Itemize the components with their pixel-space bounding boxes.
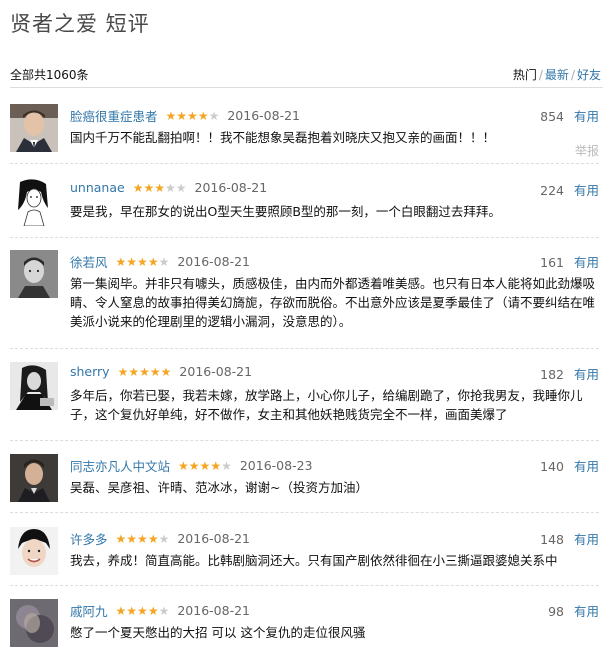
star-empty-icon: ★ <box>221 458 232 473</box>
star-filled-icon: ★ <box>165 108 177 123</box>
vote-count: 140 <box>540 459 564 474</box>
rating-stars: ★ ★ ★ ★ ★ <box>133 182 187 194</box>
review-content: 憋了一个夏天憋出的大招 可以 这个复仇的走位很风骚 <box>70 625 366 640</box>
header-divider <box>10 87 603 88</box>
star-empty-icon: ★ <box>158 531 170 546</box>
review-date: 2016-08-21 <box>177 254 250 269</box>
review-username[interactable]: unnanae <box>70 180 125 195</box>
star-filled-icon: ★ <box>117 364 129 379</box>
review-divider <box>10 348 599 349</box>
sort-latest[interactable]: 最新 <box>545 68 569 82</box>
review-username[interactable]: 脸癌很重症患者 <box>70 106 158 125</box>
useful-button[interactable]: 有用 <box>574 532 599 547</box>
review-content: 我去，养成！简直高能。比韩剧脑洞还大。只有国产剧依然徘徊在小三撕逼跟婆媳关系中 <box>70 553 558 568</box>
star-filled-icon: ★ <box>128 364 140 379</box>
star-filled-icon: ★ <box>188 458 200 473</box>
avatar[interactable] <box>10 599 58 647</box>
star-filled-icon: ★ <box>199 458 211 473</box>
review-divider <box>10 163 599 164</box>
star-empty-icon: ★ <box>208 108 220 123</box>
star-filled-icon: ★ <box>115 531 127 546</box>
useful-button[interactable]: 有用 <box>574 459 599 474</box>
star-filled-icon: ★ <box>137 531 148 546</box>
star-empty-icon: ★ <box>175 180 187 195</box>
star-filled-icon: ★ <box>143 180 155 195</box>
vote-count: 161 <box>540 255 564 270</box>
star-empty-icon: ★ <box>165 180 176 195</box>
star-filled-icon: ★ <box>176 108 188 123</box>
vote-count: 854 <box>540 109 564 124</box>
review-content: 要是我，早在那女的说出O型天生要照顾B型的那一刻，一个白眼翻过去拜拜。 <box>70 204 501 219</box>
avatar[interactable] <box>10 104 58 152</box>
star-filled-icon: ★ <box>126 254 138 269</box>
star-filled-icon: ★ <box>115 254 127 269</box>
star-filled-icon: ★ <box>154 180 165 195</box>
sort-friends[interactable]: 好友 <box>577 68 601 82</box>
review-username[interactable]: 同志亦凡人中文站 <box>70 456 170 475</box>
vote-count: 224 <box>540 183 564 198</box>
rating-stars: ★ ★ ★ ★ ★ <box>116 256 170 268</box>
review-username[interactable]: 许多多 <box>70 529 108 548</box>
review-content: 多年后，你若已娶，我若未嫁，放学路上，小心你儿子，给编剧跪了，你抢我男友，我睡你… <box>70 388 583 422</box>
star-filled-icon: ★ <box>187 108 198 123</box>
review-username[interactable]: 徐若风 <box>70 252 108 271</box>
report-button[interactable]: 举报 <box>575 142 599 159</box>
star-empty-icon: ★ <box>158 254 170 269</box>
rating-stars: ★ ★ ★ ★ ★ <box>116 533 170 545</box>
useful-button[interactable]: 有用 <box>574 183 599 198</box>
avatar[interactable] <box>10 178 58 226</box>
review-date: 2016-08-21 <box>194 180 268 195</box>
sort-options: 热门 / 最新 / 好友 <box>512 68 601 82</box>
star-filled-icon: ★ <box>210 458 222 473</box>
review-date: 2016-08-21 <box>177 531 250 546</box>
rating-stars: ★ ★ ★ ★ ★ <box>116 605 170 617</box>
review-divider <box>10 512 599 513</box>
avatar[interactable] <box>10 250 58 298</box>
star-filled-icon: ★ <box>132 180 144 195</box>
star-empty-icon: ★ <box>158 603 170 618</box>
review-divider <box>10 440 599 441</box>
vote-count: 148 <box>540 532 564 547</box>
vote-count: 182 <box>540 367 564 382</box>
star-filled-icon: ★ <box>147 254 159 269</box>
star-filled-icon: ★ <box>126 603 138 618</box>
review-content: 国内千万不能乱翻拍啊！！我不能想象吴磊抱着刘晓庆又抱又亲的画面！！！ <box>70 130 496 145</box>
useful-button[interactable]: 有用 <box>574 604 599 619</box>
page-title: 贤者之爱 短评 <box>10 12 150 36</box>
star-filled-icon: ★ <box>197 108 209 123</box>
star-filled-icon: ★ <box>147 603 159 618</box>
review-content: 第一集阅毕。并非只有噱头，质感极佳，由内而外都透着唯美感。也只有日本人能将如此劲… <box>70 276 596 329</box>
star-filled-icon: ★ <box>126 531 138 546</box>
star-filled-icon: ★ <box>115 603 127 618</box>
star-filled-icon: ★ <box>139 364 150 379</box>
rating-stars: ★ ★ ★ ★ ★ <box>166 110 220 122</box>
star-filled-icon: ★ <box>137 603 148 618</box>
review-date: 2016-08-23 <box>239 458 313 473</box>
review-content: 吴磊、吴彦祖、许晴、范冰冰，谢谢~（投资方加油） <box>70 480 368 495</box>
review-username[interactable]: 戚阿九 <box>70 601 108 620</box>
review-date: 2016-08-21 <box>227 108 300 123</box>
useful-button[interactable]: 有用 <box>574 255 599 270</box>
rating-stars: ★ ★ ★ ★ ★ <box>178 460 232 472</box>
star-filled-icon: ★ <box>137 254 148 269</box>
avatar[interactable] <box>10 362 58 410</box>
star-filled-icon: ★ <box>178 458 189 473</box>
useful-button[interactable]: 有用 <box>574 109 599 124</box>
useful-button[interactable]: 有用 <box>574 367 599 382</box>
star-filled-icon: ★ <box>160 364 172 379</box>
review-date: 2016-08-21 <box>179 364 253 379</box>
review-username[interactable]: sherry <box>70 364 110 379</box>
star-filled-icon: ★ <box>149 364 161 379</box>
avatar[interactable] <box>10 454 58 502</box>
review-divider <box>10 237 599 238</box>
rating-stars: ★ ★ ★ ★ ★ <box>118 366 172 378</box>
avatar[interactable] <box>10 527 58 575</box>
star-filled-icon: ★ <box>147 531 159 546</box>
vote-count: 98 <box>548 604 564 619</box>
review-divider <box>10 585 599 586</box>
review-count: 全部共1060条 <box>10 68 89 82</box>
sort-hot[interactable]: 热门 <box>513 68 537 82</box>
review-date: 2016-08-21 <box>177 603 250 618</box>
